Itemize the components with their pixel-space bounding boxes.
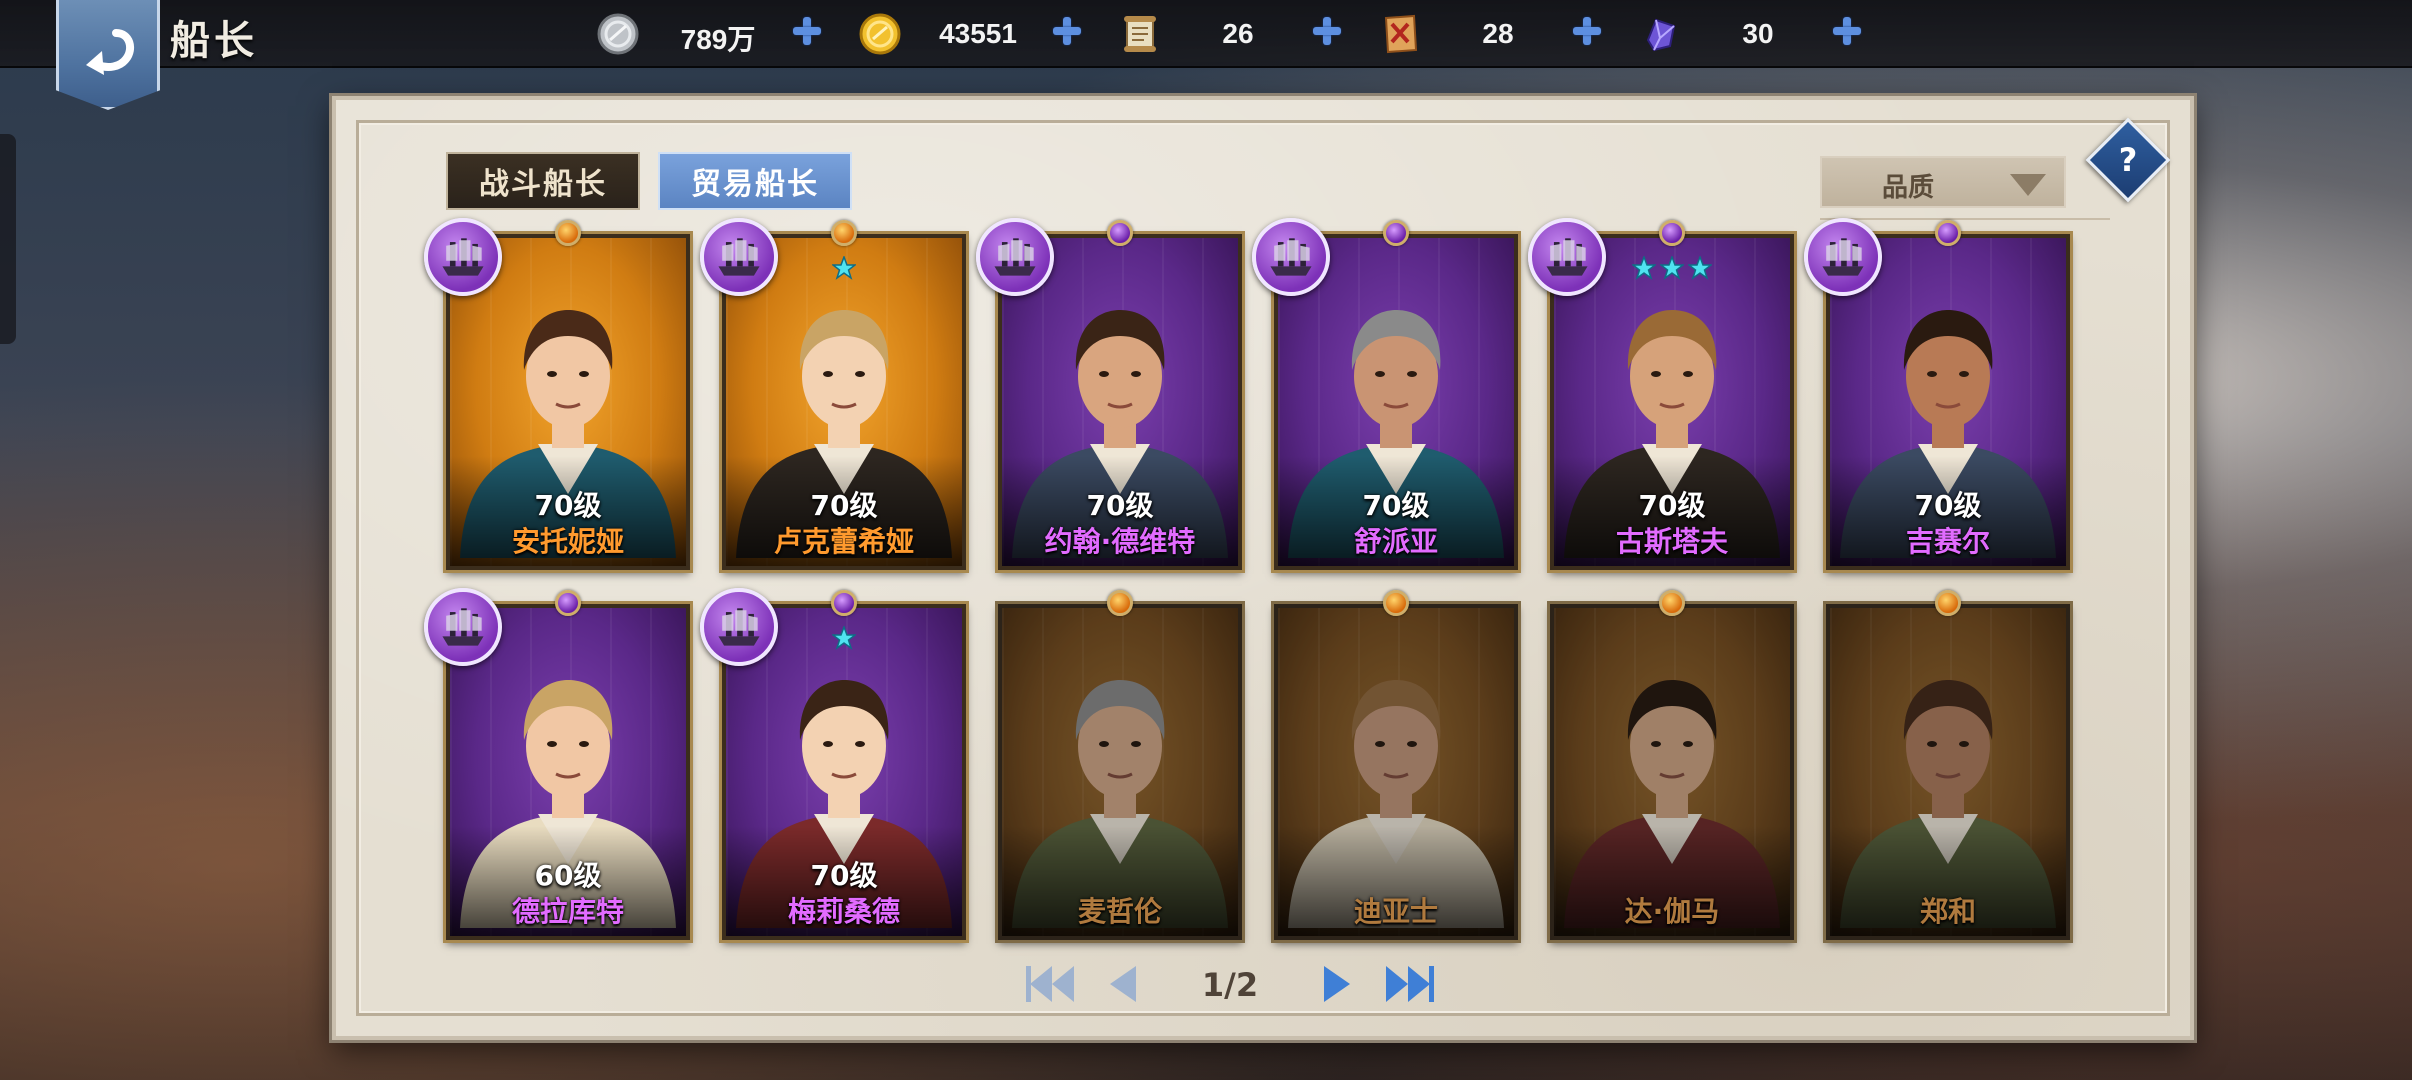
scroll-value: 26 <box>1222 18 1254 49</box>
rarity-gem-icon <box>1383 220 1409 246</box>
ship-badge-icon <box>424 218 502 296</box>
captain-name: 梅莉桑德 <box>787 895 900 928</box>
star-icon <box>830 254 858 280</box>
captain-card[interactable]: 郑和 <box>1826 604 2070 940</box>
captain-level: 60级 <box>534 859 602 892</box>
captain-level: 70级 <box>1638 489 1706 522</box>
captain-name: 郑和 <box>1919 895 1976 928</box>
captain-level: 70级 <box>534 489 602 522</box>
rarity-gem-icon <box>555 590 581 616</box>
currency-gold <box>858 8 902 60</box>
captain-name: 吉赛尔 <box>1905 525 1990 558</box>
add-silver-button[interactable] <box>792 16 822 46</box>
add-scroll-button[interactable] <box>1312 16 1342 46</box>
captain-name: 达·伽马 <box>1624 895 1720 928</box>
rarity-gem-icon <box>1659 590 1685 616</box>
next-page-button[interactable] <box>1318 962 1358 1006</box>
captain-card[interactable]: 迪亚士 <box>1274 604 1518 940</box>
tab-battle-captain[interactable]: 战斗船长 <box>446 152 640 210</box>
add-map-button[interactable] <box>1572 16 1602 46</box>
currency-map <box>1378 8 1422 60</box>
captain-name: 安托妮娅 <box>511 525 624 558</box>
rarity-gem-icon <box>1935 220 1961 246</box>
currency-scroll <box>1118 8 1162 60</box>
currency-crystal <box>1638 8 1682 60</box>
star-rating <box>830 254 858 280</box>
rarity-gem-icon <box>1107 590 1133 616</box>
add-crystal-button[interactable] <box>1832 16 1862 46</box>
quality-filter-dropdown[interactable]: 品质 <box>1820 156 2066 208</box>
star-icon <box>1630 254 1658 280</box>
page-title: 船长 <box>170 17 258 64</box>
rarity-gem-icon <box>1383 590 1409 616</box>
star-rating <box>830 624 858 650</box>
ship-badge-icon <box>1252 218 1330 296</box>
captain-level: 70级 <box>810 859 878 892</box>
star-icon <box>1686 254 1714 280</box>
captain-name: 卢克蕾希娅 <box>773 525 914 558</box>
star-rating <box>1630 254 1714 280</box>
add-gold-button[interactable] <box>1052 16 1082 46</box>
top-bar: 船长 789万 43551 26 28 30 <box>0 0 2412 110</box>
star-icon <box>830 624 858 650</box>
captain-level: 70级 <box>810 489 878 522</box>
captain-card[interactable]: 达·伽马 <box>1550 604 1794 940</box>
captain-name: 约翰·德维特 <box>1044 525 1196 558</box>
ship-badge-icon <box>700 218 778 296</box>
rarity-gem-icon <box>555 220 581 246</box>
tab-trade-captain[interactable]: 贸易船长 <box>658 152 852 210</box>
map-value: 28 <box>1482 18 1514 49</box>
captain-level: 70级 <box>1914 489 1982 522</box>
currency-silver <box>596 8 640 60</box>
rarity-gem-icon <box>1659 220 1685 246</box>
rarity-gem-icon <box>831 220 857 246</box>
captain-name: 古斯塔夫 <box>1615 525 1728 558</box>
captain-name: 德拉库特 <box>511 895 624 928</box>
left-edge-handle <box>0 134 16 344</box>
ship-badge-icon <box>976 218 1054 296</box>
crystal-value: 30 <box>1742 18 1774 49</box>
ship-badge-icon <box>424 588 502 666</box>
ship-badge-icon <box>1804 218 1882 296</box>
captain-level: 70级 <box>1086 489 1154 522</box>
question-mark-icon: ? <box>2118 141 2138 179</box>
captain-card[interactable]: 麦哲伦 <box>998 604 1242 940</box>
treasure-map-icon <box>1378 12 1422 56</box>
page-indicator: 1/2 <box>1201 966 1259 1004</box>
captain-name: 舒派亚 <box>1353 525 1438 558</box>
silver-coin-icon <box>596 12 640 56</box>
back-arrow-icon <box>86 28 135 75</box>
silver-value: 789万 <box>680 24 756 55</box>
rarity-gem-icon <box>1935 590 1961 616</box>
prev-page-button[interactable] <box>1102 962 1142 1006</box>
chevron-down-icon <box>2010 174 2046 196</box>
gold-value: 43551 <box>939 18 1017 49</box>
ship-badge-icon <box>700 588 778 666</box>
divider <box>1820 218 2110 220</box>
scroll-icon <box>1118 12 1162 56</box>
captain-name: 迪亚士 <box>1353 895 1438 928</box>
rarity-gem-icon <box>1107 220 1133 246</box>
last-page-button[interactable] <box>1380 962 1436 1006</box>
gold-coin-icon <box>858 12 902 56</box>
captain-level: 70级 <box>1362 489 1430 522</box>
crystal-icon <box>1638 12 1682 56</box>
back-button[interactable] <box>56 0 160 110</box>
first-page-button[interactable] <box>1024 962 1080 1006</box>
quality-filter-label: 品质 <box>1882 173 1935 203</box>
star-icon <box>1658 254 1686 280</box>
captain-name: 麦哲伦 <box>1077 895 1162 928</box>
ship-badge-icon <box>1528 218 1606 296</box>
rarity-gem-icon <box>831 590 857 616</box>
